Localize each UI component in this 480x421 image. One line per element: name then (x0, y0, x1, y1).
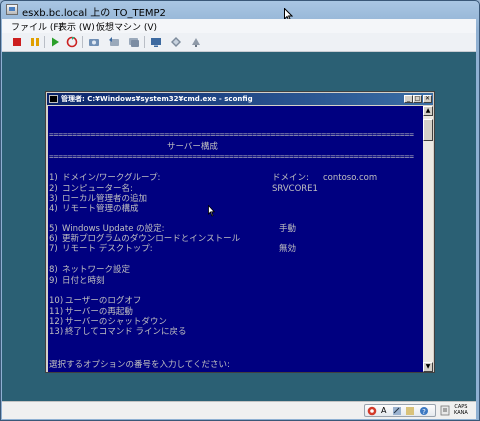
menu-item-num: 12) (49, 317, 64, 327)
cmd-title: 管理者: C:¥Windows¥system32¥cmd.exe - sconf… (61, 95, 253, 103)
menu-view[interactable]: 表示 (W) (58, 20, 95, 33)
menu-item-num: 7) (49, 244, 58, 254)
console-output[interactable]: ========================================… (48, 106, 423, 372)
devices-icon[interactable] (170, 36, 182, 48)
toolbar (2, 33, 476, 52)
cmd-window: 管理者: C:¥Windows¥system32¥cmd.exe - sconf… (45, 91, 435, 373)
menu-item-value: contoso.com (323, 173, 378, 183)
menu-vm[interactable]: 仮想マシン (V) (96, 20, 157, 33)
menu-item-num: 11) (49, 307, 64, 317)
cmd-icon (49, 95, 58, 103)
toolbar-separator (144, 36, 145, 48)
window-title: esxb.bc.local 上の TO_TEMP2 (22, 8, 166, 19)
menu-item-label: サーバーのシャットダウン (65, 317, 167, 327)
menu-item-label: ユーザーのログオフ (65, 296, 142, 306)
menu-item-label: 日付と時刻 (62, 276, 105, 286)
cmd-title-bar[interactable]: 管理者: C:¥Windows¥system32¥cmd.exe - sconf… (47, 93, 433, 105)
menu-item-value-label: ドメイン: (272, 173, 309, 183)
ime-help-icon[interactable]: ? (419, 406, 429, 416)
menu-item-label: リモート管理の構成 (62, 204, 139, 214)
menu-item-num: 10) (49, 296, 64, 306)
vm-console-app-icon (6, 4, 18, 15)
menu-item-value: 手動 (279, 224, 297, 234)
menu-item-value: 無効 (279, 244, 297, 254)
menu-item-num: 9) (49, 276, 58, 286)
menu-item-num: 8) (49, 265, 58, 275)
console-heading: サーバー構成 (167, 142, 218, 152)
minimize-button[interactable]: _ (404, 95, 413, 103)
scroll-down-button[interactable]: ▼ (423, 362, 433, 372)
rule-line-bottom: ========================================… (49, 152, 414, 161)
toolbar-separator (44, 36, 45, 48)
ime-pad-icon[interactable] (392, 406, 402, 416)
menu-item-num: 2) (49, 184, 58, 194)
title-bar[interactable]: esxb.bc.local 上の TO_TEMP2 (1, 1, 479, 19)
menu-item-label: Windows Update の設定: (62, 224, 165, 234)
menu-item-value: SRVCORE1 (272, 184, 318, 194)
menu-item-label: リモート デスクトップ: (62, 244, 153, 254)
toolbar-separator (82, 36, 83, 48)
menu-item-label: 更新プログラムのダウンロードとインストール (62, 234, 241, 244)
menu-file[interactable]: ファイル (F) (11, 20, 62, 33)
menu-item-label: サーバーの再起動 (65, 307, 133, 317)
console-scrollbar[interactable]: ▲ ▼ (423, 106, 433, 372)
menu-bar: ファイル (F) 表示 (W) 仮想マシン (V) (2, 19, 476, 33)
menu-item-label: コンピューター名: (62, 184, 133, 194)
ime-options-icon[interactable] (440, 405, 450, 416)
menu-item-label: 終了してコマンド ラインに戻る (65, 327, 187, 337)
pause-icon[interactable] (29, 36, 41, 48)
menu-item-num: 13) (49, 327, 64, 337)
menu-item-num: 1) (49, 173, 58, 183)
console-icon[interactable] (150, 36, 162, 48)
mouse-cursor-icon (208, 205, 215, 217)
ime-toolbar[interactable]: A ? (364, 404, 436, 417)
snapshot-manager-icon[interactable] (128, 36, 140, 48)
play-icon[interactable] (49, 36, 61, 48)
menu-item-num: 4) (49, 204, 58, 214)
menu-item-label: ローカル管理者の追加 (62, 194, 148, 204)
menu-item-label: ネットワーク設定 (62, 265, 131, 275)
scroll-up-button[interactable]: ▲ (423, 106, 433, 116)
snapshot-icon[interactable] (88, 36, 100, 48)
ime-tools-icon[interactable] (405, 406, 415, 416)
kana-label: KANA (454, 410, 468, 416)
console-prompt: 選択するオプションの番号を入力してください: (49, 360, 230, 370)
svg-text:?: ? (422, 408, 426, 416)
menu-item-num: 3) (49, 194, 58, 204)
close-button[interactable]: ✕ (423, 95, 432, 103)
menu-item-label: ドメイン/ワークグループ: (62, 173, 161, 183)
status-bar: A ? CAPS KANA (2, 401, 476, 419)
maximize-button[interactable]: □ (413, 95, 422, 103)
ime-mode[interactable]: A (381, 406, 386, 416)
menu-item-num: 5) (49, 224, 58, 234)
caps-kana-indicator: CAPS KANA (454, 404, 468, 416)
network-icon[interactable] (190, 36, 202, 48)
rule-line-top: ========================================… (49, 130, 414, 139)
stop-icon[interactable] (11, 36, 23, 48)
reset-icon[interactable] (66, 36, 78, 48)
revert-snapshot-icon[interactable] (108, 36, 120, 48)
ime-language-icon[interactable] (367, 406, 377, 416)
menu-item-num: 6) (49, 234, 58, 244)
scroll-thumb[interactable] (423, 119, 433, 141)
